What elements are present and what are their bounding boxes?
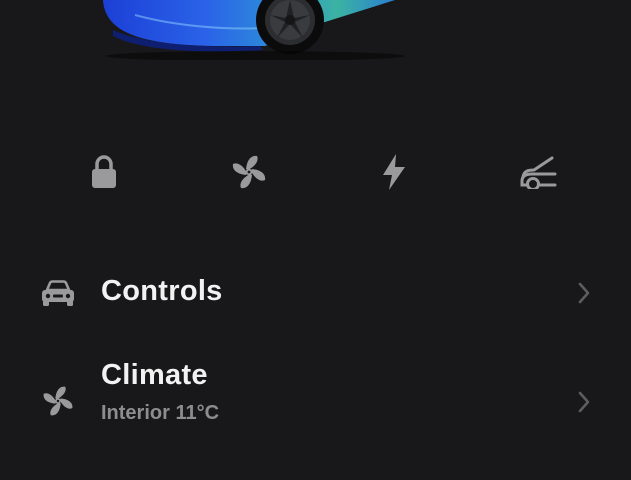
climate-title: Climate <box>101 359 208 391</box>
frunk-button[interactable] <box>516 150 560 194</box>
app-screen: Controls Climate Interior 11°C <box>0 0 631 480</box>
car-icon <box>38 274 78 314</box>
lock-button[interactable] <box>82 150 126 194</box>
climate-interior-temp: Interior 11°C <box>101 402 220 424</box>
charge-button[interactable] <box>372 150 416 194</box>
chevron-right-icon <box>574 387 594 417</box>
climate-row[interactable]: Climate Interior 11°C <box>0 350 631 440</box>
fan-icon <box>230 153 268 191</box>
fan-icon <box>38 381 78 421</box>
controls-title: Controls <box>101 275 223 307</box>
lightning-bolt-icon <box>380 153 408 191</box>
controls-row[interactable]: Controls <box>0 262 631 322</box>
frunk-icon <box>518 155 558 189</box>
car-image <box>95 0 415 60</box>
lock-icon <box>89 154 119 190</box>
climate-quick-button[interactable] <box>227 150 271 194</box>
chevron-right-icon <box>574 278 594 308</box>
quick-actions-bar <box>0 150 631 194</box>
